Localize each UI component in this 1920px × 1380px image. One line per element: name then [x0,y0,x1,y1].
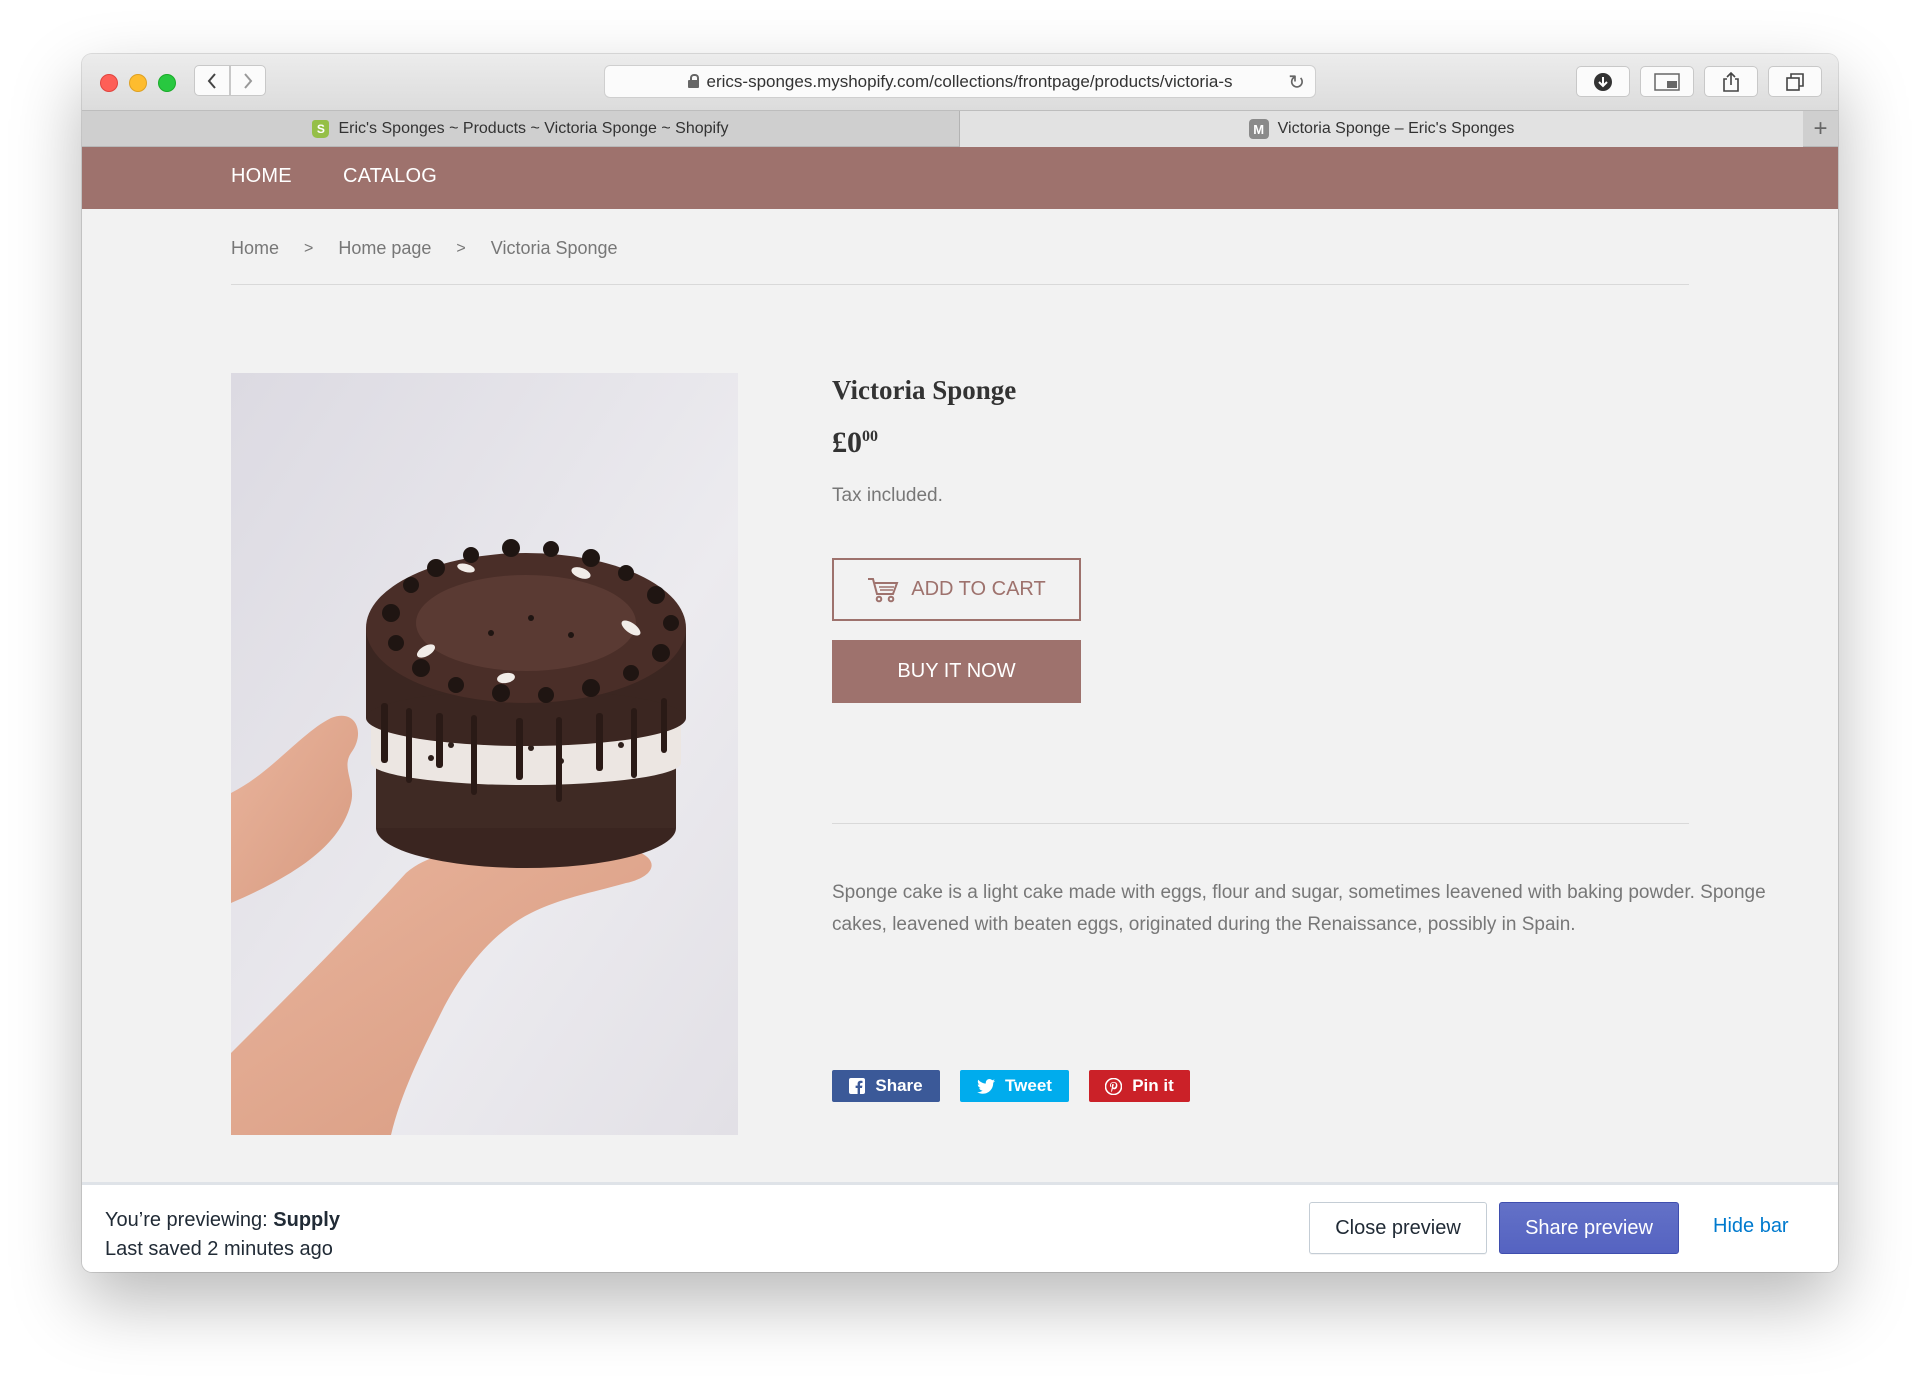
twitter-label: Tweet [1005,1076,1052,1095]
pinterest-icon [1105,1077,1123,1095]
address-bar[interactable]: erics-sponges.myshopify.com/collections/… [604,65,1316,98]
share-preview-button[interactable]: Share preview [1499,1202,1679,1254]
previewing-label: You’re previewing: [105,1209,268,1231]
download-icon [1594,72,1612,91]
product-title: Victoria Sponge [832,375,1017,405]
theme-name: Supply [273,1209,340,1231]
share-facebook-button[interactable]: Share [832,1070,940,1102]
forward-button[interactable] [230,65,266,96]
share-twitter-button[interactable]: Tweet [960,1070,1069,1102]
facebook-icon [849,1078,866,1094]
share-button[interactable] [1704,66,1758,97]
store-header: HOME CATALOG [82,147,1838,209]
title-bar: erics-sponges.myshopify.com/collections/… [82,54,1838,110]
divider [231,284,1689,285]
tabs-overview-icon [1786,72,1804,91]
shopify-icon: S [312,120,330,138]
picture-in-picture-button[interactable] [1640,66,1694,97]
breadcrumb-home-page[interactable]: Home page [338,238,431,259]
product-description: Sponge cake is a light cake made with eg… [832,882,1766,935]
share-pinterest-button[interactable]: Pin it [1089,1070,1190,1102]
reload-icon[interactable]: ↻ [1288,70,1305,95]
tab-label: Eric's Sponges ~ Products ~ Victoria Spo… [338,120,729,137]
new-tab-button[interactable]: + [1803,111,1838,147]
close-preview-button[interactable]: Close preview [1309,1202,1487,1254]
browser-window: erics-sponges.myshopify.com/collections/… [82,54,1838,1272]
twitter-icon [977,1078,996,1094]
nav-home[interactable]: HOME [231,165,292,188]
tab-shopify-admin[interactable]: S Eric's Sponges ~ Products ~ Victoria S… [82,111,960,147]
theme-preview-bar: You’re previewing: Supply Last saved 2 m… [82,1182,1838,1272]
add-to-cart-button[interactable]: ADD TO CART [832,558,1081,621]
picture-in-picture-icon [1654,72,1680,91]
price-main: £0 [832,426,862,459]
breadcrumb-separator: > [456,239,466,257]
tab-store-preview[interactable]: M Victoria Sponge – Eric's Sponges [960,111,1803,147]
pinterest-label: Pin it [1132,1076,1174,1095]
divider [832,823,1689,824]
tab-label: Victoria Sponge – Eric's Sponges [1277,120,1515,137]
last-saved-text: Last saved 2 minutes ago [105,1238,333,1260]
facebook-label: Share [875,1076,923,1095]
url-text: erics-sponges.myshopify.com/collections/… [706,71,1233,91]
chevron-left-icon [207,72,216,89]
price-cents: 00 [862,428,878,445]
add-to-cart-label: ADD TO CART [911,578,1046,600]
tab-bar: S Eric's Sponges ~ Products ~ Victoria S… [82,110,1838,147]
cake-photo-illustration [231,373,738,1135]
m-favicon-icon: M [1248,119,1269,139]
breadcrumb-current: Victoria Sponge [490,238,618,258]
product-price: £000 [832,426,878,460]
close-window-button[interactable] [100,74,118,92]
hide-bar-link[interactable]: Hide bar [1713,1215,1789,1238]
share-icon [1723,71,1739,92]
back-button[interactable] [194,65,230,96]
buy-it-now-button[interactable]: BUY IT NOW [832,640,1081,703]
breadcrumb-home[interactable]: Home [231,238,279,259]
previewing-text: You’re previewing: Supply [105,1209,340,1232]
tax-note: Tax included. [832,485,943,506]
breadcrumb-separator: > [304,239,314,257]
minimize-window-button[interactable] [129,74,147,92]
product-image[interactable] [231,373,738,1135]
cart-icon [868,577,899,602]
zoom-window-button[interactable] [158,74,176,92]
breadcrumb: Home > Home page > Victoria Sponge [231,238,618,259]
chevron-right-icon [244,72,253,89]
lock-icon [687,73,699,88]
nav-catalog[interactable]: CATALOG [343,165,437,188]
show-tabs-button[interactable] [1768,66,1822,97]
downloads-button[interactable] [1576,66,1630,97]
